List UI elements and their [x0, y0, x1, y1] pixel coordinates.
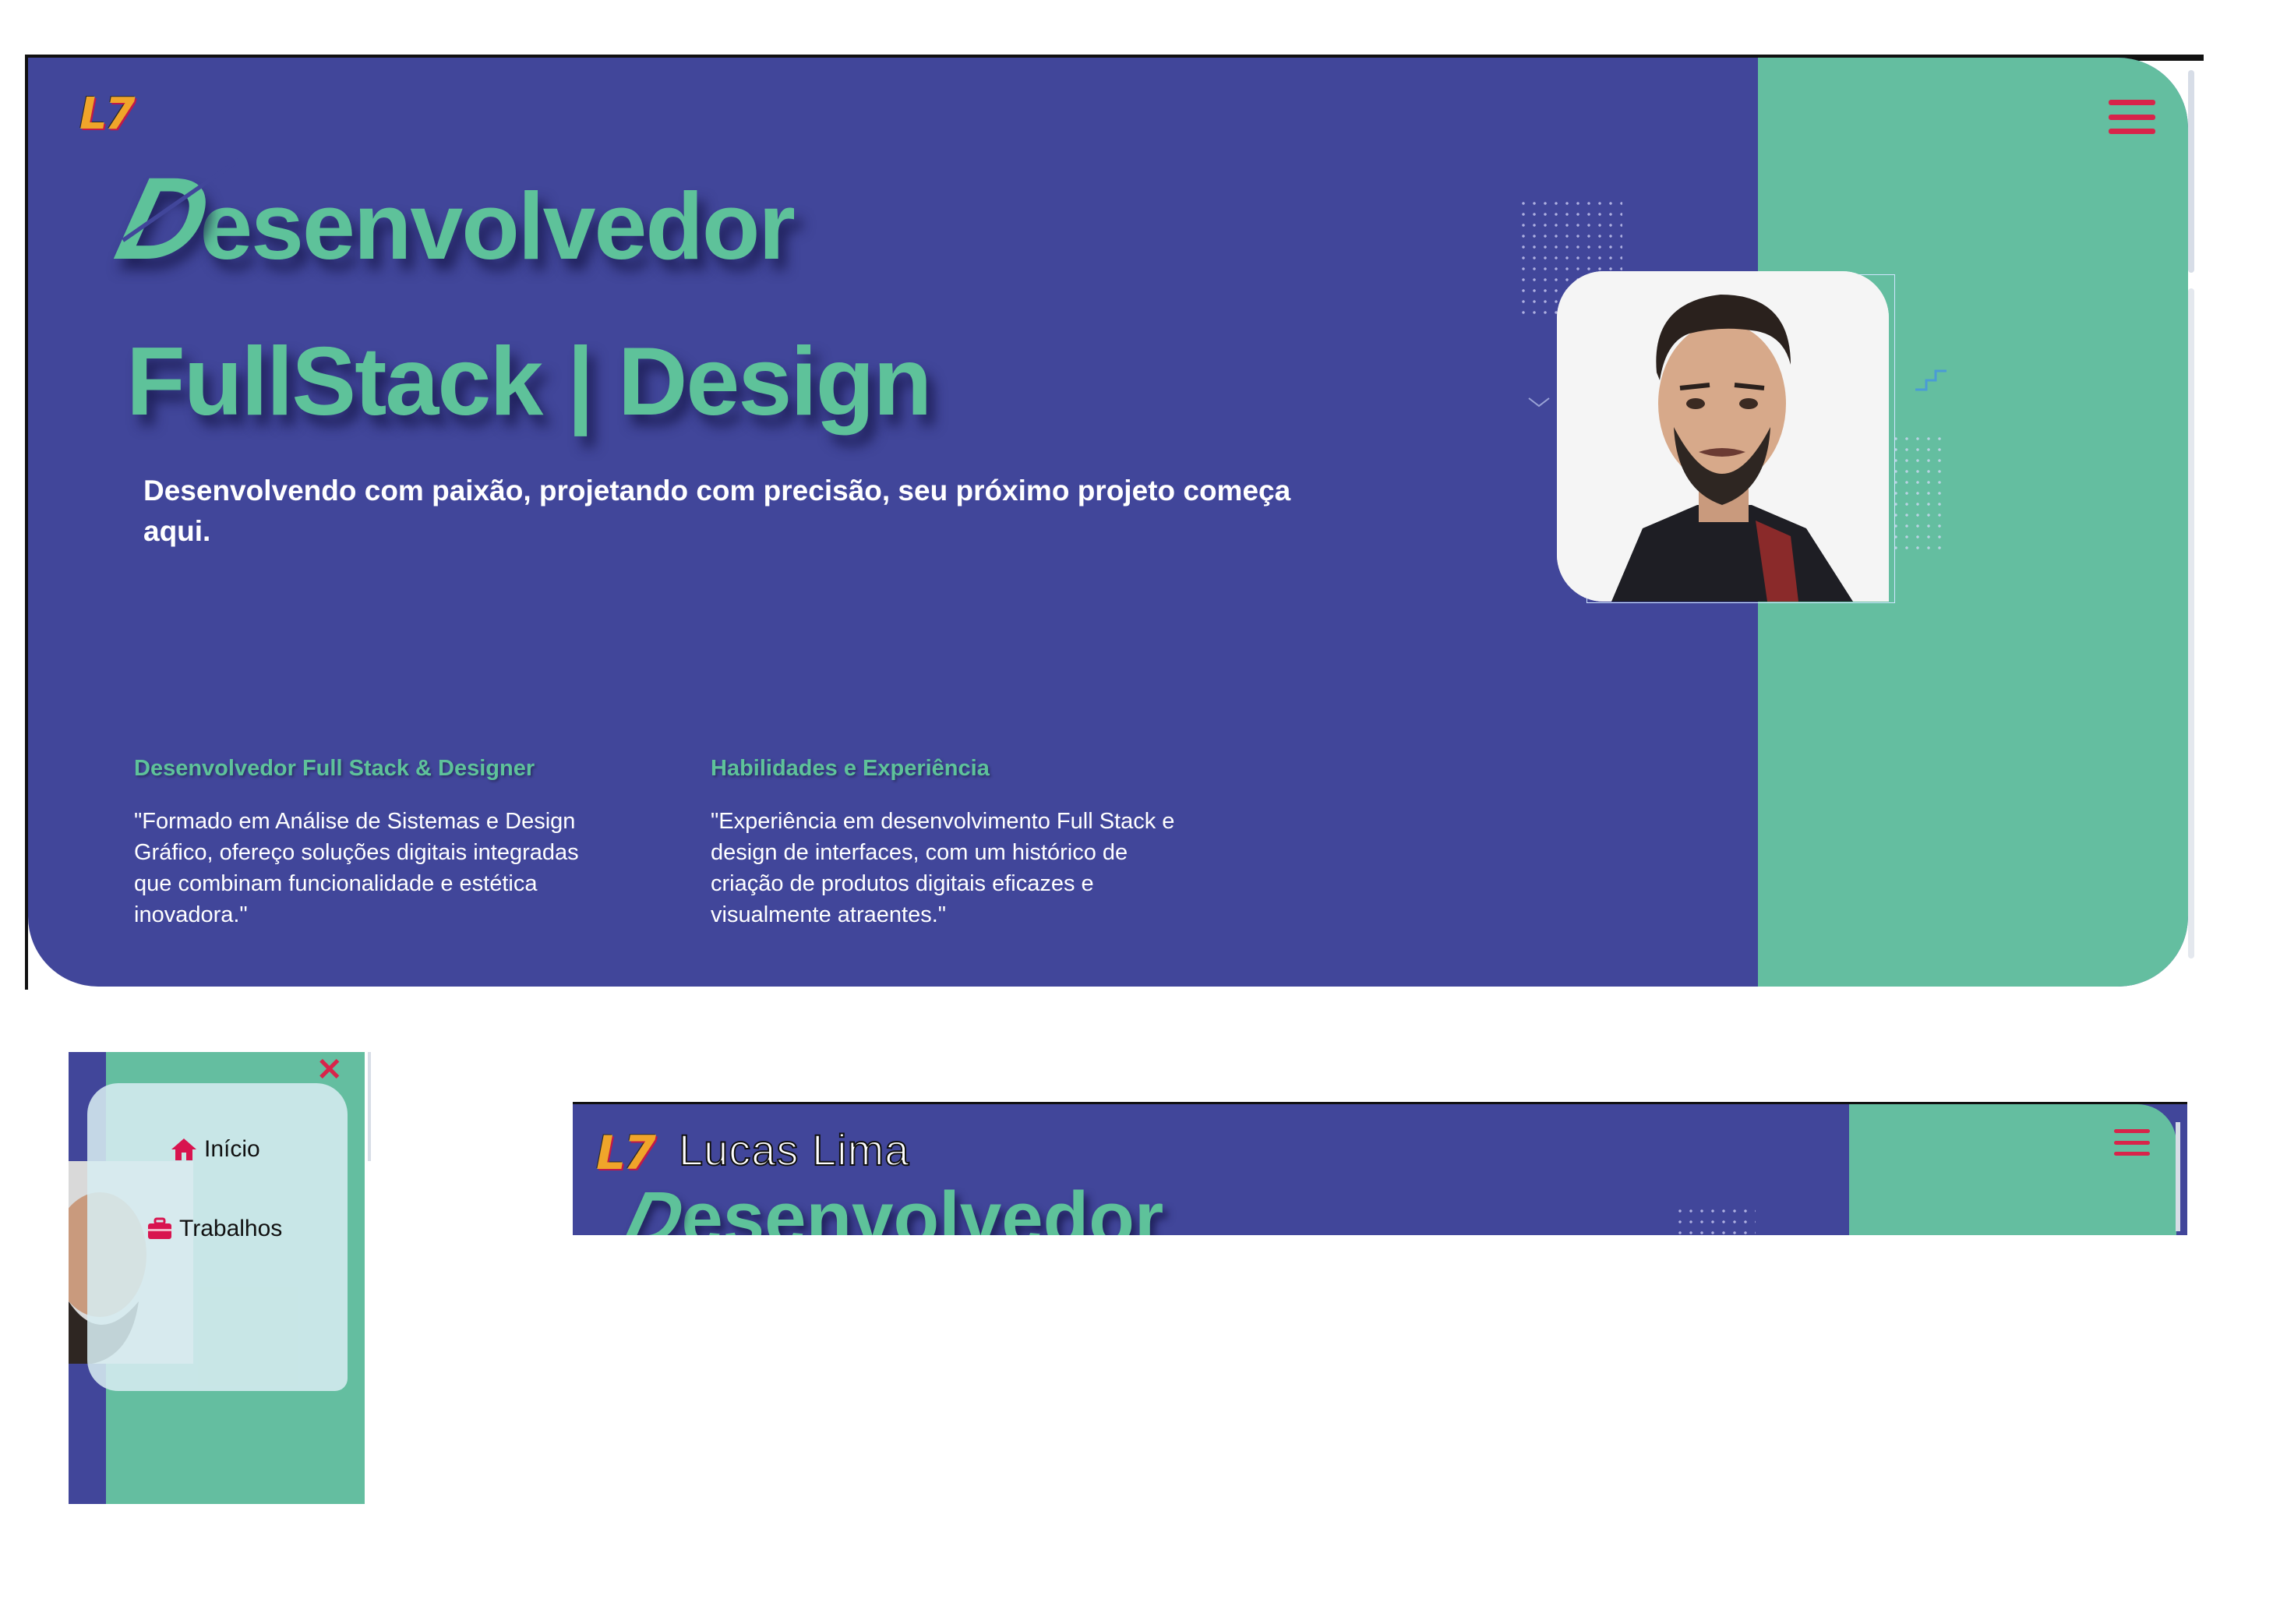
hamburger-menu-icon[interactable] — [2109, 100, 2155, 134]
preview-accent-panel — [1849, 1104, 2176, 1235]
hero-title-line2: FullStack | Design — [126, 328, 932, 436]
scrollbar-thumb[interactable] — [368, 1052, 371, 1161]
chevron-down-icon — [1528, 397, 1550, 408]
column-heading-skills: Habilidades e Experiência — [711, 756, 990, 781]
logo[interactable]: L7 — [79, 89, 136, 139]
preview-title-rest: esenvolvedor — [681, 1177, 1164, 1235]
hamburger-menu-icon[interactable] — [2114, 1129, 2150, 1156]
dot-pattern — [1890, 433, 1945, 550]
preview-title: Desenvolvedor — [617, 1176, 1164, 1235]
profile-photo-frame — [1557, 271, 1895, 603]
menu-item-trabalhos[interactable]: Trabalhos — [146, 1216, 282, 1242]
home-icon — [171, 1139, 196, 1160]
preview-brand-name[interactable]: Lucas Lima — [678, 1124, 909, 1175]
close-icon[interactable]: ✕ — [316, 1052, 343, 1088]
hero-subtitle: Desenvolvendo com paixão, projetando com… — [143, 475, 1291, 547]
hero-title-rest: esenvolvedor — [199, 173, 796, 279]
column-heading-developer: Desenvolvedor Full Stack & Designer — [134, 756, 535, 781]
preview-logo[interactable]: L7 — [596, 1126, 656, 1181]
column-text-skills: "Experiência em desenvolvimento Full Sta… — [711, 809, 1175, 927]
header-preview: L7 Lucas Lima Desenvolvedor — [573, 1102, 2187, 1235]
scrollbar-thumb[interactable] — [2176, 1122, 2180, 1231]
briefcase-icon — [148, 1217, 171, 1239]
menu-item-label: Início — [204, 1136, 260, 1162]
mobile-menu-preview: ✕ Início Trabalhos — [69, 1052, 365, 1504]
hero-title-line1: Desenvolvedor — [105, 151, 796, 286]
scrollbar-thumb[interactable] — [2188, 70, 2194, 273]
profile-photo — [1557, 271, 1889, 602]
scrollbar-track[interactable] — [2188, 288, 2194, 959]
menu-item-label: Trabalhos — [179, 1216, 283, 1241]
stair-deco-icon — [1915, 369, 1947, 391]
menu-item-inicio[interactable]: Início — [170, 1136, 260, 1163]
dot-pattern — [1675, 1206, 1756, 1235]
column-text-developer: "Formado em Análise de Sistemas e Design… — [134, 809, 579, 927]
